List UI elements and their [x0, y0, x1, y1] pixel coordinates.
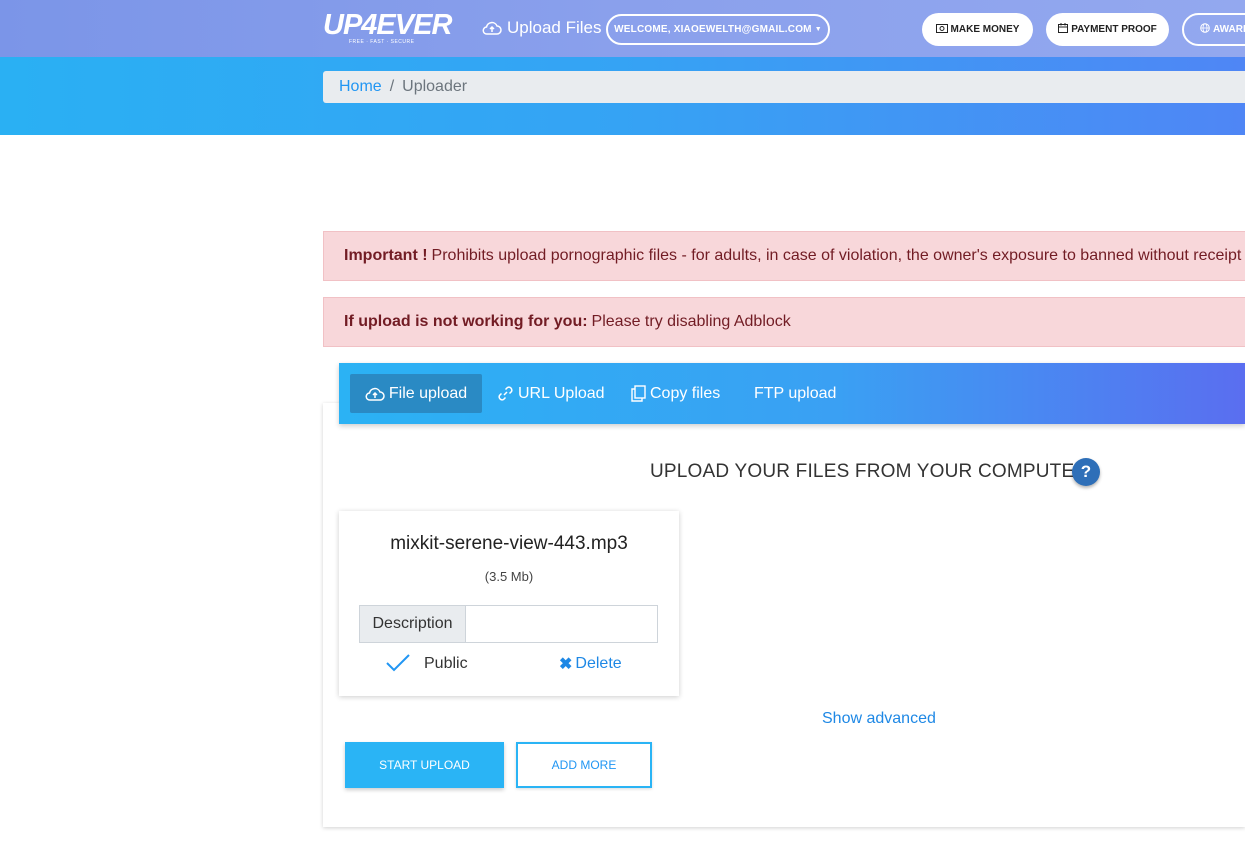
make-money-label: MAKE MONEY: [950, 24, 1020, 35]
adblock-alert-text: Please try disabling Adblock: [591, 313, 791, 330]
tab-url-upload-label: URL Upload: [518, 384, 605, 402]
globe-icon: [1200, 23, 1210, 36]
link-icon: [498, 386, 513, 401]
calendar-icon: [1058, 23, 1069, 36]
file-size: (3.5 Mb): [484, 569, 534, 584]
help-icon[interactable]: ?: [1072, 458, 1100, 486]
adblock-alert-title: If upload is not working for you:: [344, 313, 588, 330]
top-navbar: UP4EVER FREE · FAST · SECURE Upload File…: [0, 0, 1245, 57]
caret-down-icon: ▼: [814, 26, 822, 33]
breadcrumb: Home / Uploader: [323, 71, 1245, 103]
important-alert: Important ! Prohibits upload pornographi…: [323, 231, 1245, 281]
tab-ftp-upload-label: FTP upload: [754, 384, 837, 402]
public-label: Public: [424, 655, 468, 672]
upload-files-label: Upload Files: [507, 18, 602, 37]
tab-copy-files-label: Copy files: [650, 384, 721, 402]
check-icon[interactable]: [385, 652, 411, 674]
tab-url-upload[interactable]: URL Upload: [497, 374, 605, 413]
tab-file-upload-label: File upload: [388, 384, 468, 402]
welcome-label: WELCOME, XIAOEWELTH@GMAIL.COM: [614, 24, 812, 35]
breadcrumb-current: Uploader: [402, 78, 468, 95]
important-alert-text: Prohibits upload pornographic files - fo…: [431, 247, 1245, 264]
file-name: mixkit-serene-view-443.mp3: [390, 533, 628, 554]
money-icon: [935, 23, 948, 36]
delete-file-link[interactable]: ✖ Delete: [559, 654, 622, 674]
adblock-alert: If upload is not working for you: Please…: [323, 297, 1245, 347]
breadcrumb-home-link[interactable]: Home: [339, 78, 382, 96]
cloud-upload-icon: [482, 21, 502, 35]
tab-file-upload[interactable]: File upload: [350, 374, 482, 413]
cloud-upload-icon: [365, 387, 385, 401]
upload-heading: UPLOAD YOUR FILES FROM YOUR COMPUTER: [650, 461, 1089, 482]
upload-files-link[interactable]: Upload Files: [482, 17, 602, 39]
award-button[interactable]: AWARD: [1182, 13, 1245, 46]
start-upload-button[interactable]: START UPLOAD: [345, 742, 504, 788]
file-item-card: mixkit-serene-view-443.mp3 (3.5 Mb) Desc…: [339, 511, 679, 696]
close-icon: ✖: [559, 656, 573, 673]
tab-ftp-upload[interactable]: FTP upload: [754, 374, 836, 413]
delete-label: Delete: [575, 655, 622, 672]
important-alert-title: Important !: [344, 247, 428, 264]
description-input[interactable]: [465, 605, 658, 643]
logo-tagline: FREE · FAST · SECURE: [349, 39, 415, 45]
make-money-button[interactable]: MAKE MONEY: [922, 13, 1033, 46]
add-more-button[interactable]: ADD MORE: [516, 742, 652, 788]
site-logo[interactable]: UP4EVER FREE · FAST · SECURE: [323, 10, 461, 46]
tab-copy-files[interactable]: Copy files: [631, 374, 720, 413]
award-label: AWARD: [1213, 24, 1245, 35]
show-advanced-link[interactable]: Show advanced: [822, 710, 936, 728]
logo-text: UP4EVER: [323, 9, 452, 41]
payment-proof-label: PAYMENT PROOF: [1071, 24, 1157, 35]
copy-icon: [631, 385, 646, 402]
upload-tabs: File upload URL Upload Copy files FTP up…: [339, 363, 1245, 424]
breadcrumb-separator: /: [389, 78, 395, 95]
description-label: Description: [359, 605, 465, 643]
payment-proof-button[interactable]: PAYMENT PROOF: [1046, 13, 1169, 46]
account-dropdown-button[interactable]: WELCOME, XIAOEWELTH@GMAIL.COM ▼: [606, 14, 830, 45]
